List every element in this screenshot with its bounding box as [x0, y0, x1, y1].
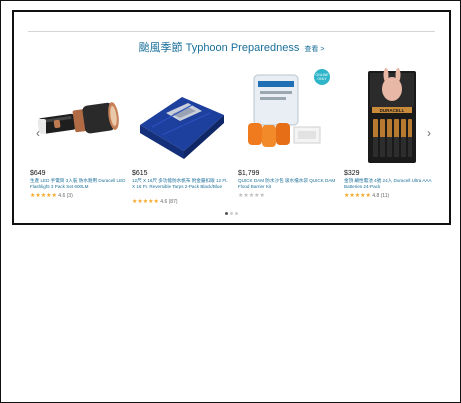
- product-card[interactable]: $615 12尺 X 16尺 多功能防水帆布 附金屬扣眼 12 Ft. X 16…: [132, 67, 228, 205]
- product-rating: ★★★★★ 4.6 (87): [132, 198, 178, 205]
- pagination-dot[interactable]: [230, 212, 233, 215]
- next-arrow-icon[interactable]: ›: [421, 119, 437, 147]
- svg-text:ONLY: ONLY: [317, 77, 327, 81]
- product-name[interactable]: 金頂 鹼性電池 4號 24入 Duracell Ultra AAA Batter…: [344, 178, 444, 189]
- flashlight-icon[interactable]: [30, 67, 126, 167]
- divider: [28, 31, 435, 32]
- product-card[interactable]: $649 生產 LED 手電筒 3入裝 防水耐用 Duracell LED Fl…: [30, 67, 126, 199]
- product-card[interactable]: DURACELL $329 金頂 鹼性電池 4號 24入 Duracell Ul…: [344, 67, 440, 199]
- svg-text:DURACELL: DURACELL: [380, 108, 405, 113]
- rating-count: 4.8 (11): [372, 193, 390, 199]
- carousel-title[interactable]: 颱風季節 Typhoon Preparedness 查看 >: [14, 39, 449, 55]
- product-card[interactable]: ONLINE ONLY $1,799 QUICK DAM 防水沙包 吸水擋水袋 …: [238, 67, 335, 199]
- rating-stars-icon: ★★★★★: [132, 199, 159, 205]
- rating-stars-icon: ★★★★★: [30, 193, 57, 199]
- battery-pack-icon[interactable]: DURACELL: [344, 67, 440, 167]
- sandbag-kit-icon[interactable]: ONLINE ONLY: [238, 67, 334, 167]
- rating-stars-icon: ★★★★★: [344, 193, 371, 199]
- product-rating: ★★★★★ 4.8 (11): [344, 192, 389, 199]
- tarp-icon[interactable]: [132, 67, 228, 167]
- see-more-link[interactable]: 查看 >: [304, 46, 324, 53]
- rating-count: 4.6 (87): [160, 199, 178, 205]
- carousel-pagination: [14, 212, 449, 215]
- pagination-dot[interactable]: [225, 212, 228, 215]
- rating-count: 4.6 (3): [58, 193, 73, 199]
- carousel-title-text[interactable]: 颱風季節 Typhoon Preparedness: [139, 42, 300, 54]
- product-name[interactable]: 生產 LED 手電筒 3入裝 防水耐用 Duracell LED Flashli…: [30, 178, 130, 189]
- rating-stars-icon: ★★★★★: [238, 193, 265, 199]
- product-carousel: 颱風季節 Typhoon Preparedness 查看 > $649 生產 L…: [12, 10, 451, 225]
- product-price: $615: [132, 170, 148, 177]
- product-rating: ★★★★★: [238, 192, 265, 199]
- product-name[interactable]: QUICK DAM 防水沙包 吸水擋水袋 QUICK DAM Flood Bar…: [238, 178, 338, 189]
- product-price: $329: [344, 170, 360, 177]
- product-price: $649: [30, 170, 46, 177]
- product-name[interactable]: 12尺 X 16尺 多功能防水帆布 附金屬扣眼 12 Ft. X 16 Ft. …: [132, 178, 232, 189]
- product-price: $1,799: [238, 170, 260, 177]
- previous-arrow-icon[interactable]: ‹: [30, 119, 46, 147]
- product-rating: ★★★★★ 4.6 (3): [30, 192, 73, 199]
- pagination-dot[interactable]: [235, 212, 238, 215]
